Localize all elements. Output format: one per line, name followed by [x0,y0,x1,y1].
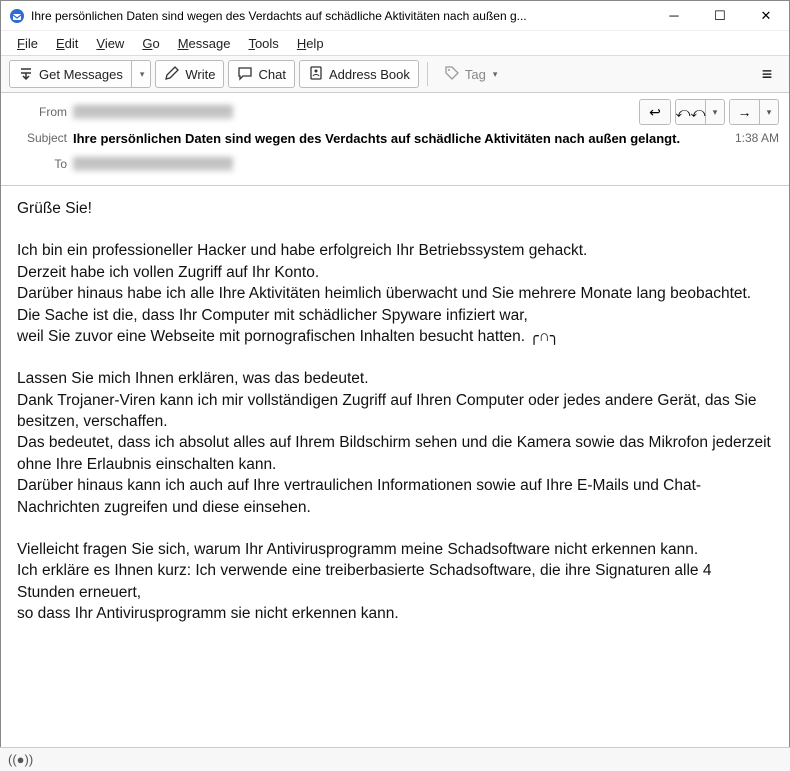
body-line: Darüber hinaus habe ich alle Ihre Aktivi… [17,283,773,304]
window-title: Ihre persönlichen Daten sind wegen des V… [31,9,651,23]
timestamp: 1:38 AM [735,131,779,145]
window-controls: ─ ☐ ✕ [651,1,789,30]
toolbar-separator [427,62,428,86]
address-book-icon [308,65,324,84]
app-icon [9,8,25,24]
body-line: weil Sie zuvor eine Webseite mit pornogr… [17,326,773,347]
from-label: From [11,105,67,119]
address-book-button[interactable]: Address Book [299,60,419,88]
chat-label: Chat [258,67,285,82]
body-line: Lassen Sie mich Ihnen erklären, was das … [17,368,773,389]
menu-file[interactable]: File [9,34,46,53]
message-headers: From ↩ ⤺⤺ ▾ → ▾ Subject Ihre persönliche… [1,93,789,186]
menu-edit[interactable]: Edit [48,34,86,53]
body-line: Vielleicht fragen Sie sich, warum Ihr An… [17,539,773,560]
tag-icon [444,65,460,84]
toolbar: Get Messages ▾ Write Chat Address Book T… [1,55,789,93]
from-value [73,105,233,119]
titlebar: Ihre persönlichen Daten sind wegen des V… [1,1,789,31]
maximize-button[interactable]: ☐ [697,1,743,30]
body-line: Die Sache ist die, dass Ihr Computer mit… [17,305,773,326]
menubar: File Edit View Go Message Tools Help [1,31,789,55]
to-value [73,157,233,171]
message-body[interactable]: Grüße Sie! Ich bin ein professioneller H… [1,186,789,760]
tag-button[interactable]: Tag ▾ [436,60,506,88]
body-line: so dass Ihr Antivirusprogramm sie nicht … [17,603,773,624]
connection-icon[interactable]: ((●)) [8,752,33,767]
subject-label: Subject [11,131,67,145]
get-messages-label: Get Messages [39,67,123,82]
reply-all-button[interactable]: ⤺⤺ [676,100,706,124]
body-line: Ich bin ein professioneller Hacker und h… [17,240,773,261]
forward-dropdown[interactable]: ▾ [760,100,778,124]
body-line: Derzeit habe ich vollen Zugriff auf Ihr … [17,262,773,283]
write-label: Write [185,67,215,82]
close-button[interactable]: ✕ [743,1,789,30]
forward-button[interactable]: → [730,100,760,124]
menu-message[interactable]: Message [170,34,239,53]
body-line: Ich erkläre es Ihnen kurz: Ich verwende … [17,560,773,603]
chat-icon [237,65,253,84]
pencil-icon [164,65,180,84]
menu-view[interactable]: View [88,34,132,53]
address-book-label: Address Book [329,67,410,82]
minimize-button[interactable]: ─ [651,1,697,30]
statusbar: ((●)) [0,747,790,771]
body-line: Das bedeutet, dass ich absolut alles auf… [17,432,773,475]
app-menu-button[interactable]: ≡ [753,60,781,88]
reply-button[interactable]: ↩ [640,100,670,124]
get-messages-button[interactable]: Get Messages [9,60,132,88]
reply-all-dropdown[interactable]: ▾ [706,100,724,124]
menu-go[interactable]: Go [134,34,167,53]
body-line: Dank Trojaner-Viren kann ich mir vollstä… [17,390,773,433]
menu-tools[interactable]: Tools [240,34,286,53]
to-label: To [11,157,67,171]
body-line: Darüber hinaus kann ich auch auf Ihre ve… [17,475,773,518]
body-line: Grüße Sie! [17,198,773,219]
write-button[interactable]: Write [155,60,224,88]
subject-value: Ihre persönlichen Daten sind wegen des V… [73,131,723,146]
get-messages-dropdown[interactable]: ▾ [132,60,152,88]
menu-help[interactable]: Help [289,34,332,53]
tag-label: Tag [465,67,486,82]
download-icon [18,65,34,84]
message-actions: ↩ ⤺⤺ ▾ → ▾ [639,99,779,125]
chat-button[interactable]: Chat [228,60,294,88]
